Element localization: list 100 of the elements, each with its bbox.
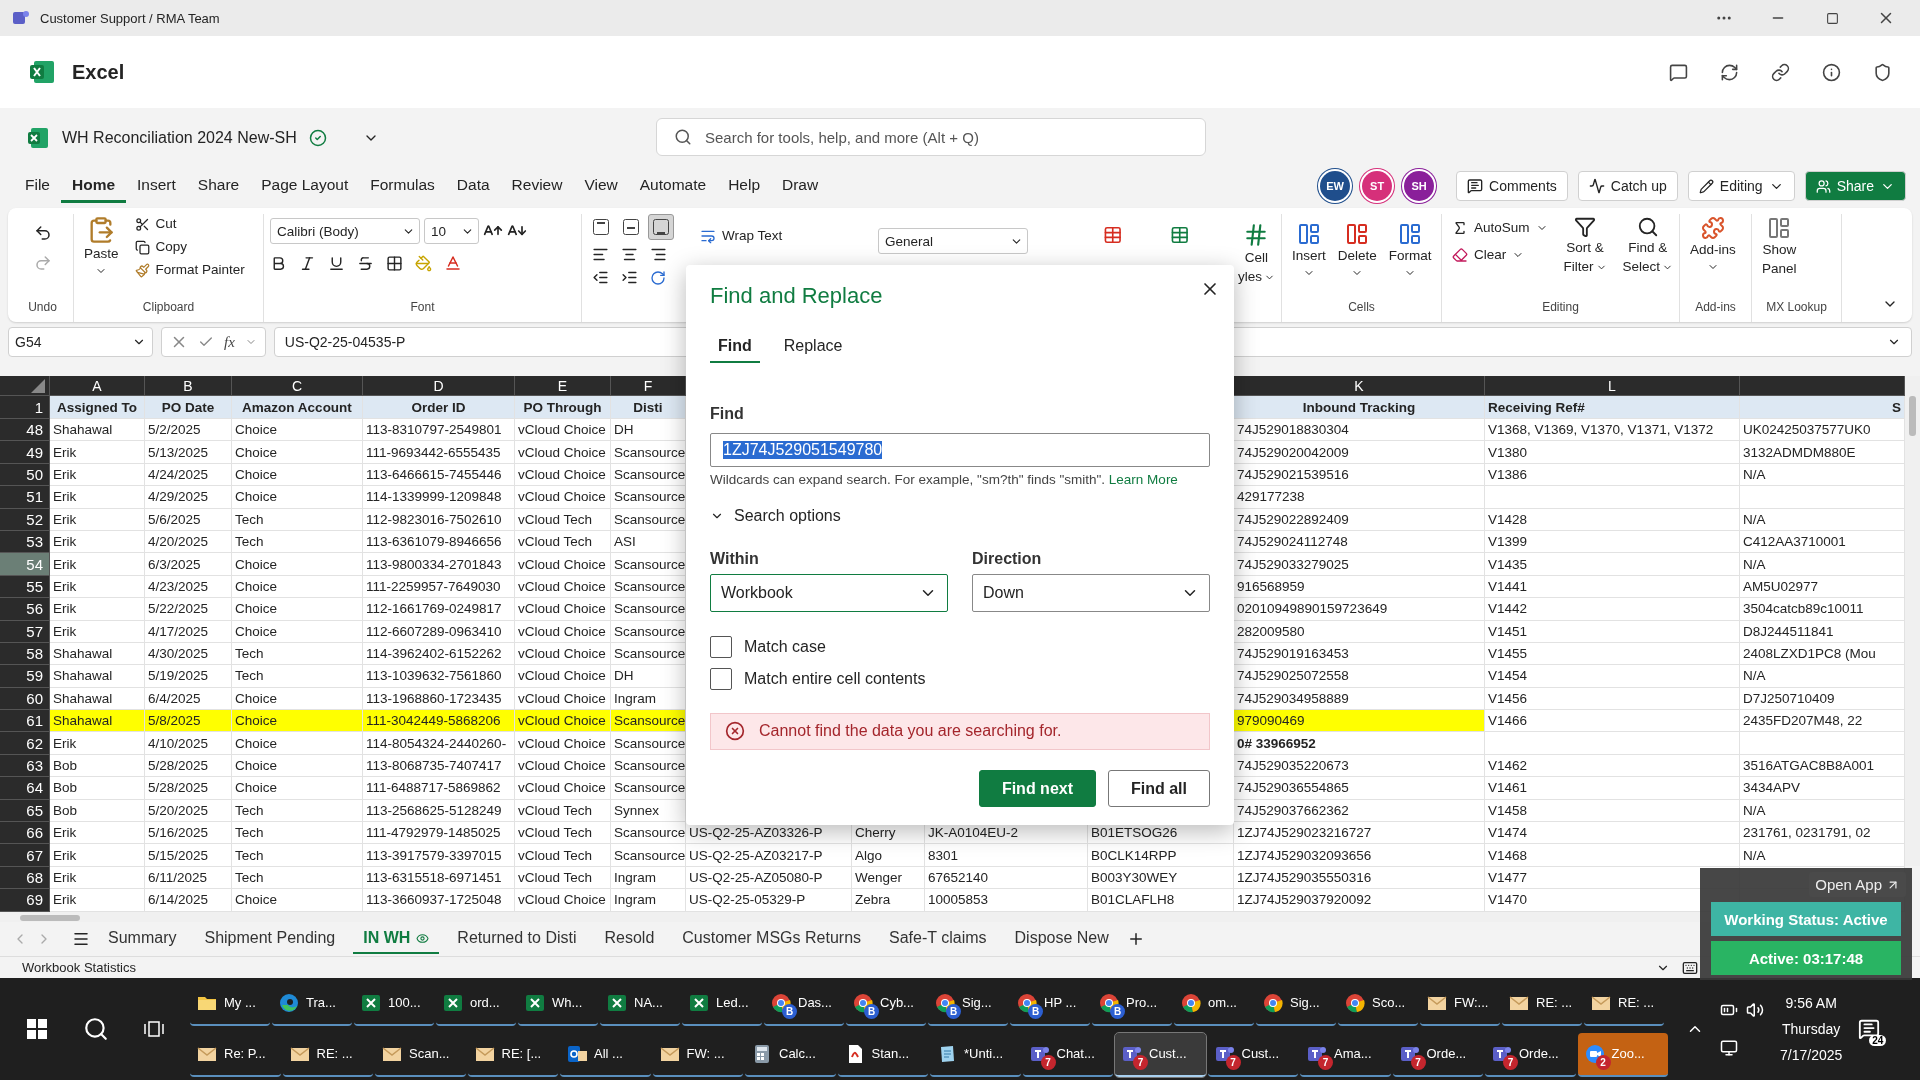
table-cell: Scansource bbox=[611, 508, 686, 531]
table-header-cell: Assigned To bbox=[50, 396, 145, 419]
table-cell: V1428 bbox=[1485, 508, 1740, 531]
table-cell: Scansource bbox=[611, 575, 686, 599]
table-cell: 6/4/2025 bbox=[145, 687, 232, 711]
table-cell: vCloud Choice bbox=[515, 575, 611, 599]
table-header-cell: Order ID bbox=[363, 396, 515, 419]
table-cell: US-Q2-25-AZ03217-P bbox=[686, 844, 852, 867]
table-cell: vCloud Choice bbox=[515, 732, 611, 755]
group-label: Editing bbox=[1542, 300, 1579, 316]
table-cell: 3434APV bbox=[1740, 777, 1905, 800]
table-cell: Tech bbox=[232, 866, 363, 890]
table-cell: vCloud Choice bbox=[515, 777, 611, 800]
table-cell: Choice bbox=[232, 687, 363, 711]
table-cell: 74J529022892409 bbox=[1234, 508, 1485, 531]
table-cell: 3504catcb89c10011 bbox=[1740, 598, 1905, 621]
table-cell: 111-9693442-6555435 bbox=[363, 441, 515, 464]
table-cell: 5/22/2025 bbox=[145, 598, 232, 621]
table-cell: Shahawal bbox=[50, 665, 145, 688]
table-cell: Erik bbox=[50, 553, 145, 576]
table-cell: vCloud Choice bbox=[515, 687, 611, 711]
table-cell: 1ZJ74J529037920092 bbox=[1234, 889, 1485, 912]
table-cell: Erik bbox=[50, 844, 145, 867]
table-cell: DH bbox=[611, 419, 686, 442]
window-title: Customer Support / RMA Team bbox=[40, 10, 221, 26]
table-cell: Choice bbox=[232, 553, 363, 576]
table-cell: 4/20/2025 bbox=[145, 530, 232, 554]
table-cell: Scansource bbox=[611, 441, 686, 464]
table-cell: 67652140 bbox=[925, 866, 1088, 890]
table-cell: 114-8054324-2440260- bbox=[363, 732, 515, 755]
table-cell: D7J250710409 bbox=[1740, 687, 1905, 711]
table-cell: 429177238 bbox=[1234, 486, 1485, 509]
timer-banner: Active: 03:17:48 bbox=[1711, 941, 1901, 975]
table-cell: vCloud Choice bbox=[515, 463, 611, 487]
dialog-title: Find and Replace bbox=[710, 283, 884, 309]
table-cell: B01CLAFLH8 bbox=[1088, 889, 1234, 912]
table-cell: 1ZJ74J529032093656 bbox=[1234, 844, 1485, 867]
table-cell: 74J529021539516 bbox=[1234, 463, 1485, 487]
table-cell: 3516ATGAC8B8A001 bbox=[1740, 754, 1905, 778]
table-cell: V1368, V1369, V1370, V1371, V1372 bbox=[1485, 419, 1740, 442]
group-label: Undo bbox=[28, 300, 57, 316]
table-cell: Erik bbox=[50, 620, 145, 643]
table-cell: 74J529033279025 bbox=[1234, 553, 1485, 576]
field-label: Find bbox=[710, 405, 745, 423]
table-cell: Scansource bbox=[611, 732, 686, 755]
table-cell: Algo bbox=[852, 844, 925, 867]
table-cell: vCloud Tech bbox=[515, 508, 611, 531]
field-label: Within bbox=[710, 549, 760, 568]
table-cell: Erik bbox=[50, 889, 145, 912]
table-cell: Shahawal bbox=[50, 419, 145, 442]
table-cell: Erik bbox=[50, 463, 145, 487]
table-cell: vCloud Choice bbox=[515, 419, 611, 442]
table-cell: vCloud Tech bbox=[515, 822, 611, 845]
table-cell: vCloud Choice bbox=[515, 889, 611, 912]
table-cell: 4/23/2025 bbox=[145, 575, 232, 599]
table-cell: Choice bbox=[232, 486, 363, 509]
table-cell: V1442 bbox=[1485, 598, 1740, 621]
table-cell: vCloud Choice bbox=[515, 665, 611, 688]
table-cell: Scansource bbox=[611, 620, 686, 643]
table-cell: Erik bbox=[50, 732, 145, 755]
table-cell: Erik bbox=[50, 530, 145, 554]
table-cell: Scansource bbox=[611, 754, 686, 778]
error-message: Cannot find the data you are searching for. bbox=[710, 712, 1210, 750]
table-cell: 114-3962402-6152262 bbox=[363, 642, 515, 666]
table-cell: 6/14/2025 bbox=[145, 889, 232, 912]
table-cell: Scansource bbox=[611, 553, 686, 576]
table-cell: V1466 bbox=[1485, 710, 1740, 733]
table-cell: V1455 bbox=[1485, 642, 1740, 666]
table-cell: Bob bbox=[50, 754, 145, 778]
table-cell: 113-9800334-2701843 bbox=[363, 553, 515, 576]
table-cell: vCloud Choice bbox=[515, 642, 611, 666]
table-cell: 4/24/2025 bbox=[145, 463, 232, 487]
table-cell: 112-9823016-7502610 bbox=[363, 508, 515, 531]
table-cell: 979090469 bbox=[1234, 710, 1485, 733]
table-cell: 3132ADMDM880E bbox=[1740, 441, 1905, 464]
table-cell: 1ZJ74J529035550316 bbox=[1234, 866, 1485, 890]
table-header-cell: PO Through bbox=[515, 396, 611, 419]
table-cell: B0CLK14RPP bbox=[1088, 844, 1234, 867]
table-cell: 5/15/2025 bbox=[145, 844, 232, 867]
table-cell: N/A bbox=[1740, 463, 1905, 487]
table-cell: 111-2259957-7649030 bbox=[363, 575, 515, 599]
table-cell: V1458 bbox=[1485, 799, 1740, 823]
table-cell: vCloud Choice bbox=[515, 598, 611, 621]
count-badge: 7 bbox=[1318, 1054, 1333, 1070]
table-cell: C412AA3710001 bbox=[1740, 530, 1905, 554]
table-cell: 74J529025072558 bbox=[1234, 665, 1485, 688]
table-cell: Tech bbox=[232, 530, 363, 554]
table-cell: Shahawal bbox=[50, 710, 145, 733]
table-cell: 6/11/2025 bbox=[145, 866, 232, 890]
table-cell: DH bbox=[611, 665, 686, 688]
table-cell: Bob bbox=[50, 777, 145, 800]
table-cell: 113-8310797-2549801 bbox=[363, 419, 515, 442]
table-cell: Erik bbox=[50, 575, 145, 599]
table-cell: Scansource bbox=[611, 844, 686, 867]
table-cell: V1468 bbox=[1485, 844, 1740, 867]
table-cell: Ingram bbox=[611, 866, 686, 890]
app-name: Excel bbox=[72, 60, 126, 84]
table-cell: 113-1968860-1723435 bbox=[363, 687, 515, 711]
table-cell: V1474 bbox=[1485, 822, 1740, 845]
table-cell: Choice bbox=[232, 620, 363, 643]
